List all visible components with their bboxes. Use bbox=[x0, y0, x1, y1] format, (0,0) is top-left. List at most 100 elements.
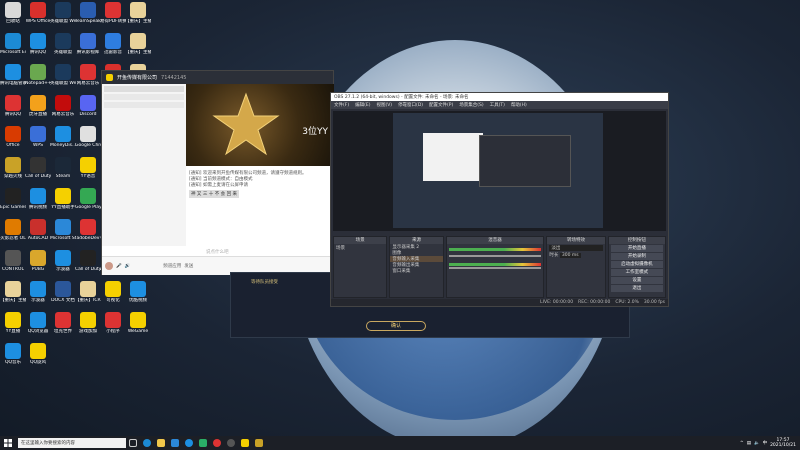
desktop-icon[interactable]: 火影忍者 OL bbox=[0, 219, 26, 249]
desktop-icon[interactable]: 【重庆】主播 小组 bbox=[125, 33, 151, 63]
desktop-icon[interactable]: Call of Duty Modern... bbox=[75, 250, 101, 280]
desktop-icon[interactable]: 虎牙直播 bbox=[25, 95, 51, 125]
store-icon[interactable] bbox=[168, 436, 182, 450]
desktop-icon[interactable]: TeamSpeak 3 Client bbox=[75, 2, 101, 32]
obs-icon[interactable] bbox=[224, 436, 238, 450]
qq-icon[interactable] bbox=[182, 436, 196, 450]
desktop-icon[interactable]: 英雄联盟 bbox=[50, 33, 76, 63]
menu-tools[interactable]: 工具(T) bbox=[490, 102, 505, 108]
obs-titlebar[interactable]: OBS 27.1.2 (64-bit, windows) - 配置文件: 未命名… bbox=[331, 93, 668, 101]
desktop-icon[interactable]: Discord bbox=[75, 95, 101, 125]
edge-icon[interactable] bbox=[140, 436, 154, 450]
volume-slider[interactable] bbox=[448, 267, 542, 269]
desktop-icon[interactable]: Epic Games bbox=[0, 188, 26, 218]
desktop-icon[interactable]: QQ旋风 bbox=[25, 343, 51, 373]
desktop-icon[interactable]: 迅雷影音 bbox=[100, 33, 126, 63]
desktop-icon[interactable]: QQ音乐 bbox=[0, 343, 26, 373]
network-icon[interactable]: ▤ bbox=[747, 441, 751, 446]
yy-app-label[interactable]: 频道应用 bbox=[163, 263, 181, 269]
audio-meter[interactable] bbox=[448, 263, 542, 266]
avatar[interactable] bbox=[105, 262, 113, 270]
yy-titlebar[interactable]: 开鱼传媒有限公司 71442145 bbox=[102, 71, 333, 84]
desktop-icon[interactable]: 可视化 bbox=[100, 281, 126, 311]
desktop-icon[interactable]: 游戏加加 bbox=[75, 312, 101, 342]
yy-send-label[interactable]: 发送 bbox=[184, 263, 193, 269]
desktop-icon[interactable]: 腾讯QQ bbox=[25, 33, 51, 63]
desktop-icon[interactable]: 回收站 bbox=[0, 2, 26, 32]
desktop-icon[interactable]: 小程序 bbox=[100, 312, 126, 342]
exit-button[interactable]: 退出 bbox=[610, 285, 663, 292]
desktop-icon[interactable]: YY语音 bbox=[75, 157, 101, 187]
desktop-icon[interactable]: 优酷视频 bbox=[125, 281, 151, 311]
obs-window[interactable]: OBS 27.1.2 (64-bit, windows) - 配置文件: 未命名… bbox=[330, 92, 669, 307]
netease-icon[interactable] bbox=[210, 436, 224, 450]
desktop-icon[interactable]: 示波器 bbox=[50, 250, 76, 280]
source-item[interactable]: 窗口采集 bbox=[390, 268, 442, 274]
folder-icon[interactable] bbox=[154, 436, 168, 450]
yy-channel-list[interactable] bbox=[102, 84, 186, 246]
desktop-icon[interactable]: 易得PDF转换器 bbox=[100, 2, 126, 32]
yy-channel-item[interactable] bbox=[104, 102, 184, 108]
volume-slider[interactable] bbox=[448, 255, 542, 257]
menu-edit[interactable]: 编辑(E) bbox=[355, 102, 370, 108]
desktop-icon[interactable]: WPS Office bbox=[25, 2, 51, 32]
duration-value[interactable]: 300 ms bbox=[559, 253, 581, 258]
desktop-icon[interactable]: YY直播助手 bbox=[50, 188, 76, 218]
clock[interactable]: 17:57 2021/10/21 bbox=[770, 438, 796, 448]
yy-channel-item[interactable] bbox=[104, 86, 184, 92]
desktop-icon[interactable]: 坦克世界 bbox=[50, 312, 76, 342]
transition-select[interactable]: 淡出 bbox=[549, 245, 603, 251]
menu-docks[interactable]: 停靠窗口(D) bbox=[398, 102, 423, 108]
menu-file[interactable]: 文件(F) bbox=[334, 102, 349, 108]
scene-item[interactable]: 场景 bbox=[334, 244, 386, 252]
desktop-icon[interactable]: adobeDev bbox=[75, 219, 101, 249]
wechat-icon[interactable] bbox=[196, 436, 210, 450]
desktop-icon[interactable]: Google Play 服务 bbox=[75, 188, 101, 218]
desktop-icon[interactable]: 【重庆】ICR 工作记录 bbox=[75, 281, 101, 311]
confirm-button[interactable]: 确认 bbox=[366, 321, 426, 331]
start-button[interactable] bbox=[0, 436, 16, 450]
settings-button[interactable]: 设置 bbox=[610, 277, 663, 284]
taskbar-search[interactable]: 在这里输入你要搜索的内容 bbox=[18, 438, 126, 448]
desktop-icon[interactable]: WPS bbox=[25, 126, 51, 156]
virtual-camera-button[interactable]: 启动虚拟摄像机 bbox=[610, 261, 663, 268]
desktop-icon[interactable]: YY直播 bbox=[0, 312, 26, 342]
menu-help[interactable]: 帮助(H) bbox=[511, 102, 527, 108]
tray-chevron-icon[interactable]: ^ bbox=[740, 441, 744, 446]
desktop-icon[interactable]: DOCX 文档 bbox=[50, 281, 76, 311]
desktop-icon[interactable]: Microsoft Store bbox=[50, 219, 76, 249]
menu-view[interactable]: 视图(V) bbox=[376, 102, 392, 108]
start-recording-button[interactable]: 开始录制 bbox=[610, 253, 663, 260]
mic-icon[interactable]: 🎤 bbox=[116, 264, 122, 269]
desktop-icon[interactable]: Google Chrome bbox=[75, 126, 101, 156]
studio-mode-button[interactable]: 工作室模式 bbox=[610, 269, 663, 276]
task-view-icon[interactable] bbox=[126, 436, 140, 450]
desktop-icon[interactable]: 网易云音乐 bbox=[75, 64, 101, 94]
desktop-icon[interactable]: QQ浏览器 bbox=[25, 312, 51, 342]
desktop-icon[interactable]: Call of Duty Black Ops bbox=[25, 157, 51, 187]
desktop-icon[interactable]: 腾讯电脑管家 bbox=[0, 64, 26, 94]
speaker-icon[interactable]: 🔈 bbox=[754, 441, 760, 446]
volume-icon[interactable]: 🔊 bbox=[125, 264, 131, 269]
yy-input[interactable]: 说点什么吧 bbox=[186, 249, 332, 256]
yy-window[interactable]: 开鱼传媒有限公司 71442145 3位YY [通知] 欢迎来到开鱼传媒有限公司… bbox=[101, 70, 334, 275]
desktop-icon[interactable]: 网易云音乐 bbox=[50, 95, 76, 125]
desktop-icon[interactable]: WeGame bbox=[125, 312, 151, 342]
desktop-icon[interactable]: AutoCAD bbox=[25, 219, 51, 249]
desktop-icon[interactable]: 腾讯视频 bbox=[25, 188, 51, 218]
obs-preview[interactable] bbox=[333, 111, 666, 231]
desktop-icon[interactable]: Microsoft Edge bbox=[0, 33, 26, 63]
input-lang[interactable]: 中 bbox=[763, 440, 768, 446]
desktop-icon[interactable]: 腾讯影视库 bbox=[75, 33, 101, 63]
start-streaming-button[interactable]: 开始直播 bbox=[610, 245, 663, 252]
game-icon[interactable] bbox=[252, 436, 266, 450]
desktop-icon[interactable]: 穿越火线 bbox=[0, 157, 26, 187]
desktop-icon[interactable]: PUBG bbox=[25, 250, 51, 280]
desktop-icon[interactable]: Office bbox=[0, 126, 26, 156]
desktop-icon[interactable]: 英雄联盟 WeGame版 bbox=[50, 2, 76, 32]
audio-meter[interactable] bbox=[448, 248, 542, 251]
desktop-icon[interactable]: MoneyDis... bbox=[50, 126, 76, 156]
desktop-icon[interactable]: 示波器 bbox=[25, 281, 51, 311]
yy-icon[interactable] bbox=[238, 436, 252, 450]
menu-profile[interactable]: 配置文件(P) bbox=[429, 102, 453, 108]
